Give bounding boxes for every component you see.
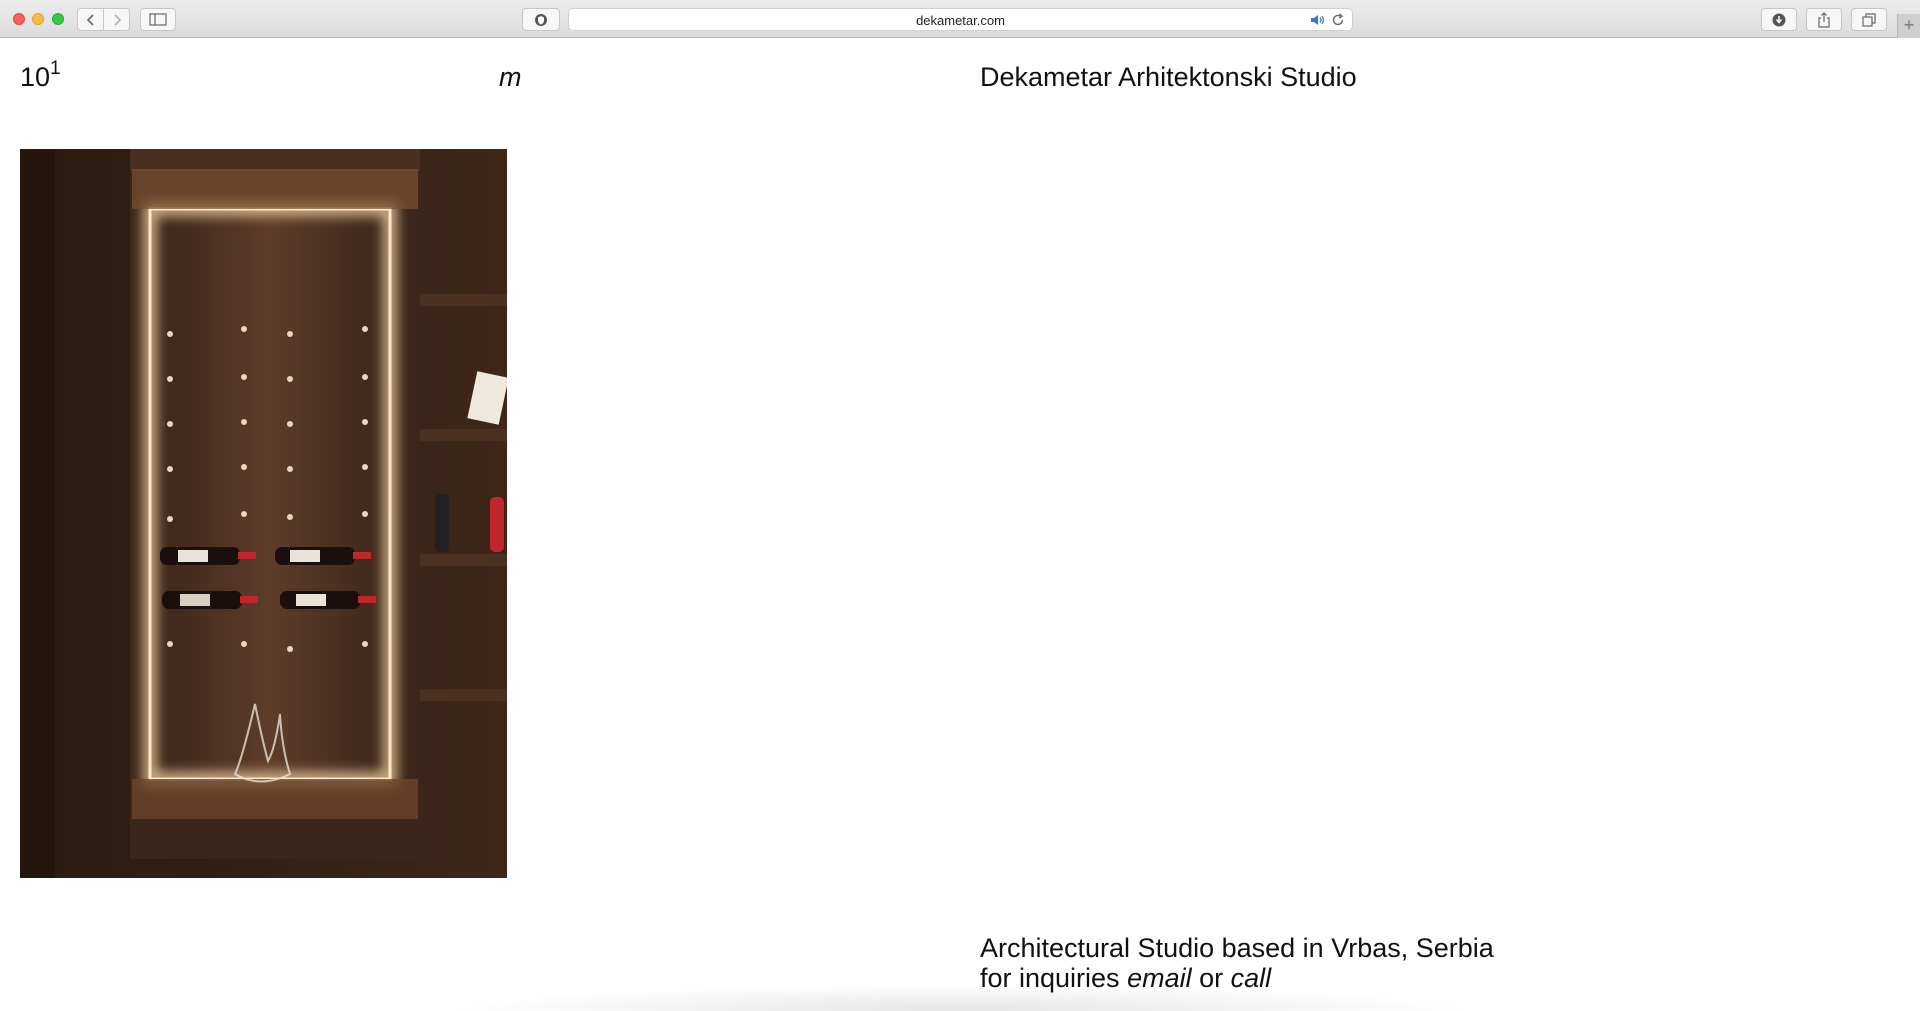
back-button[interactable] — [77, 8, 104, 31]
logo-base: 10 — [20, 62, 51, 92]
wine-cabinet-image — [20, 149, 507, 878]
studio-tagline: Architectural Studio based in Vrbas, Ser… — [980, 933, 1494, 963]
downloads-button[interactable] — [1761, 8, 1797, 31]
page-title: Dekametar Arhitektonski Studio — [980, 62, 1357, 92]
window-close-button[interactable] — [13, 13, 25, 25]
unit-label: m — [499, 62, 522, 92]
window-zoom-button[interactable] — [52, 13, 64, 25]
sidebar-icon — [149, 13, 167, 26]
window-minimize-button[interactable] — [32, 13, 44, 25]
share-button[interactable] — [1806, 8, 1842, 31]
logo-exponent: 1 — [50, 58, 61, 79]
inquiry-line: for inquiries email or call — [980, 963, 1271, 994]
bottom-shadow — [440, 985, 1480, 1011]
shield-icon — [535, 13, 547, 26]
sidebar-toggle-button[interactable] — [140, 8, 176, 31]
address-bar[interactable]: dekametar.com — [568, 8, 1353, 31]
chevron-right-icon — [113, 13, 121, 26]
hero-image[interactable] — [20, 149, 507, 878]
email-link[interactable]: email — [1127, 963, 1192, 993]
tab-overview-button[interactable] — [1851, 8, 1887, 31]
call-link[interactable]: call — [1231, 963, 1272, 993]
inquiry-prefix: for inquiries — [980, 963, 1128, 993]
browser-toolbar: dekametar.com + — [0, 0, 1920, 38]
share-icon — [1818, 11, 1830, 28]
tabs-icon — [1862, 12, 1876, 27]
forward-button[interactable] — [103, 8, 130, 31]
inquiry-or: or — [1191, 963, 1231, 993]
new-tab-button[interactable]: + — [1897, 14, 1920, 38]
url-text: dekametar.com — [916, 13, 1005, 28]
chevron-left-icon — [86, 13, 94, 26]
download-icon — [1772, 13, 1786, 26]
speaker-icon[interactable] — [1310, 13, 1326, 27]
privacy-report-button[interactable] — [522, 8, 560, 31]
site-logo[interactable]: 101 — [20, 59, 61, 92]
reload-icon[interactable] — [1331, 13, 1345, 27]
